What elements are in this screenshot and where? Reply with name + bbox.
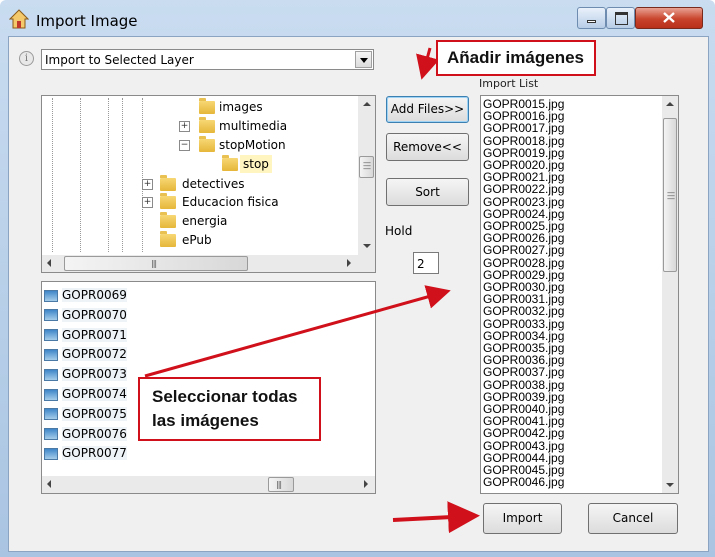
add-images-callout: Añadir imágenes — [436, 40, 596, 76]
select-all-callout: Seleccionar todas las imágenes — [138, 377, 321, 441]
import-image-window: Import Image i Import to Selected Layer — [0, 0, 715, 557]
annotation-arrows — [144, 47, 480, 534]
arrow-to-import-list — [144, 285, 451, 378]
select-all-line-2: las imágenes — [152, 411, 259, 430]
select-all-line-1: Seleccionar todas — [152, 387, 298, 406]
arrow-to-add-files — [416, 47, 440, 80]
arrow-to-import-button — [392, 501, 480, 534]
